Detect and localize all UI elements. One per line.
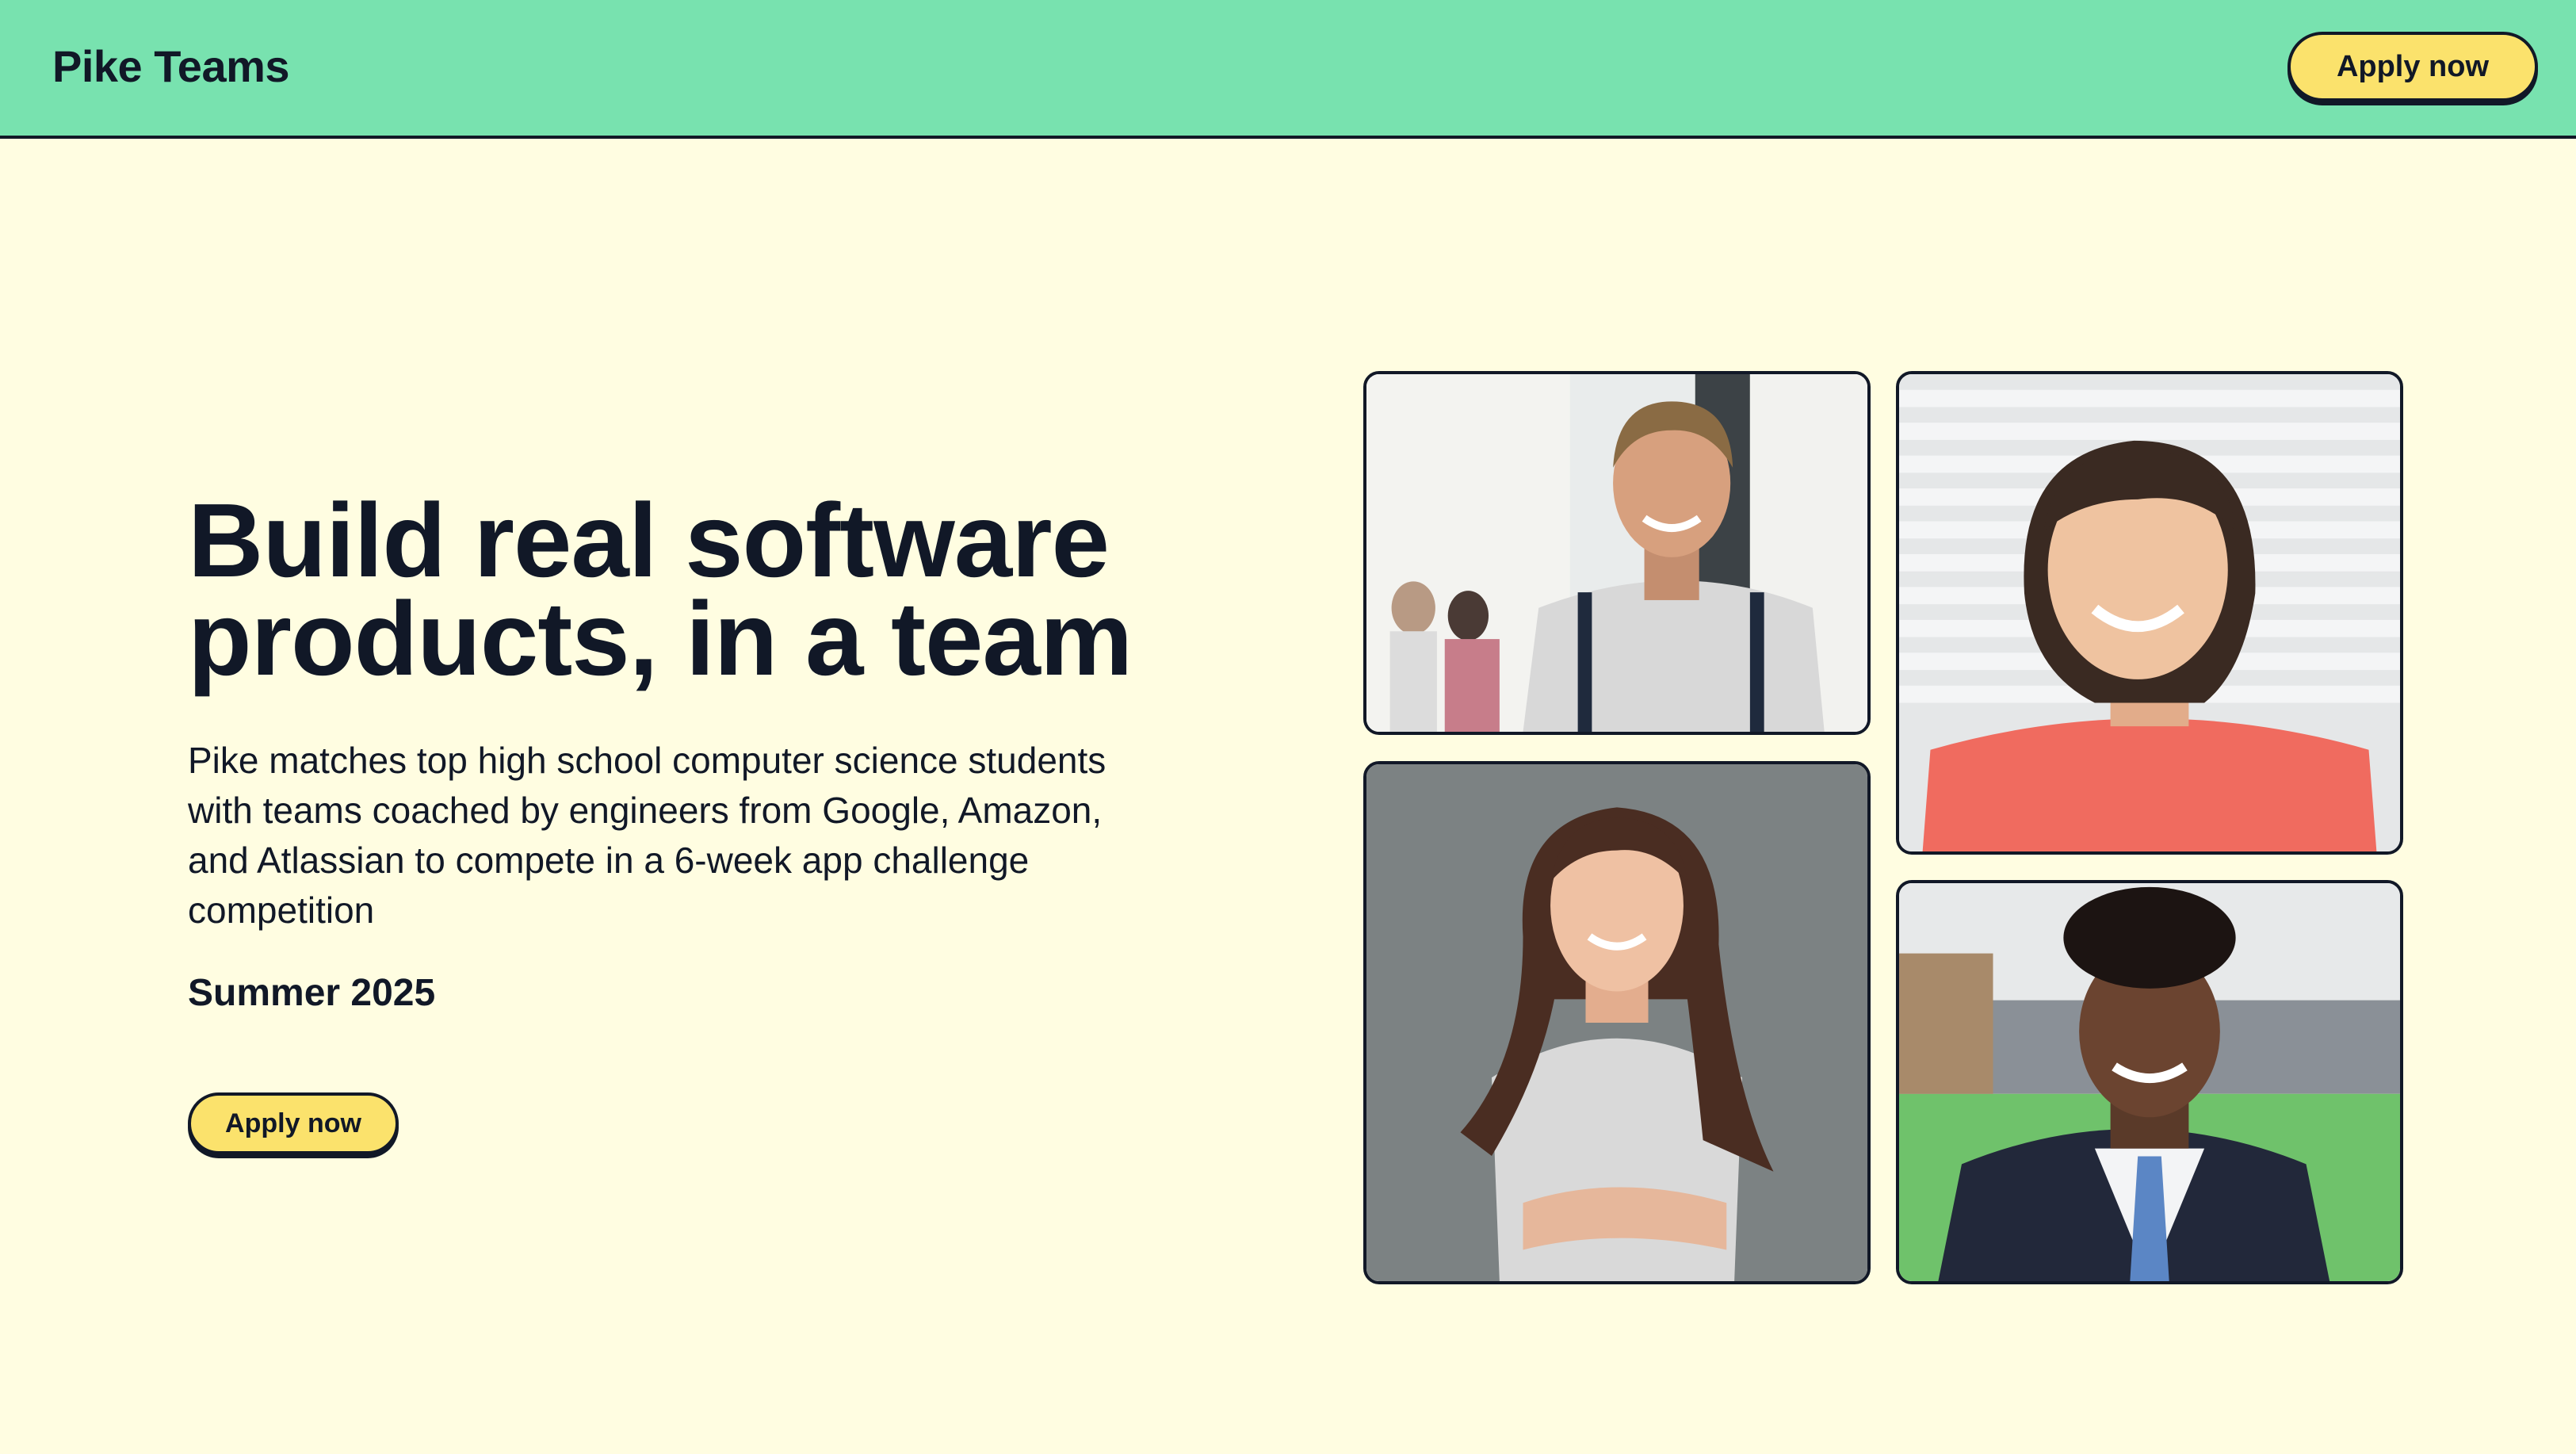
brand-logo-text[interactable]: Pike Teams — [52, 40, 290, 94]
season-label: Summer 2025 — [188, 972, 436, 1014]
hero-title-line-2: products, in a team — [188, 580, 1133, 697]
student-photo-boy-blazer — [1896, 880, 2403, 1284]
hero-apply-button[interactable]: Apply now — [188, 1092, 399, 1154]
top-navbar: Pike Teams Apply now — [0, 0, 2576, 139]
student-photo-girl-arms-crossed — [1363, 761, 1871, 1284]
hero-title: Build real software products, in a team — [188, 488, 1218, 691]
student-photo-boy-backpack — [1363, 371, 1871, 735]
nav-apply-button[interactable]: Apply now — [2287, 32, 2538, 101]
hero-description: Pike matches top high school computer sc… — [188, 740, 1106, 931]
student-photo-girl-coral-shirt — [1896, 371, 2403, 855]
